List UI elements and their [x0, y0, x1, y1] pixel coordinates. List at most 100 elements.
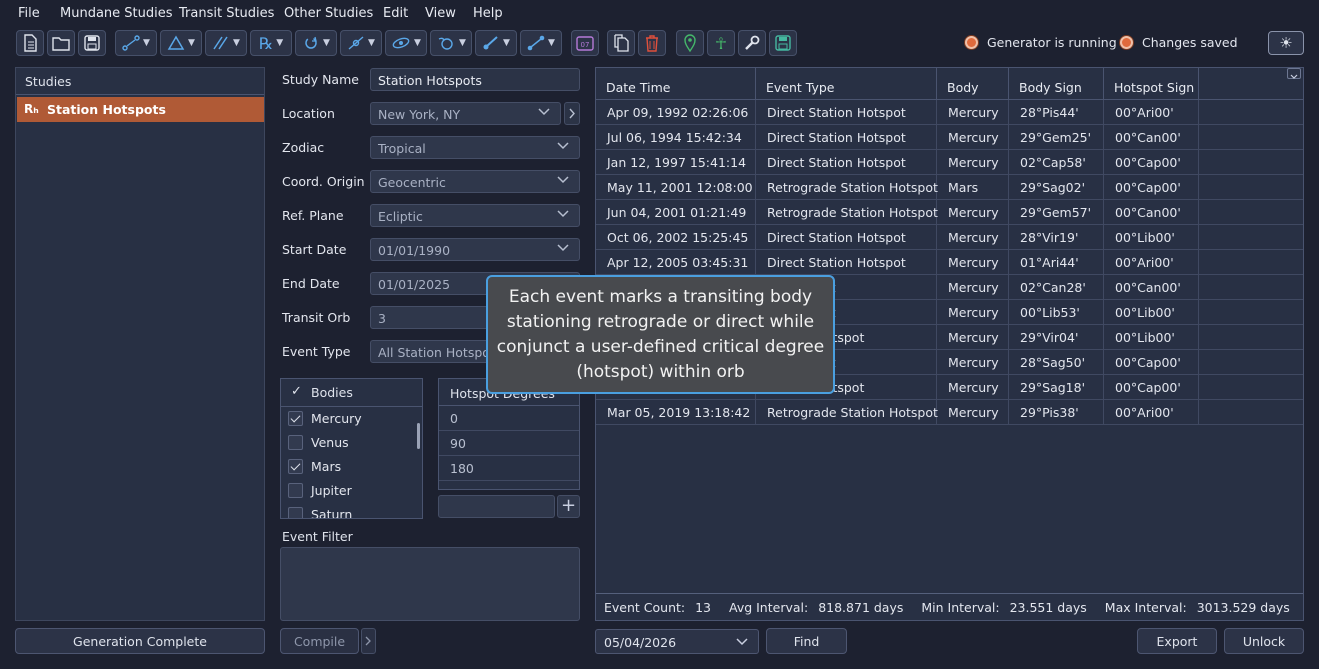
- export-button[interactable]: Export: [1137, 628, 1217, 654]
- table-row[interactable]: Mar 05, 2019 13:18:42 Retrograde Station …: [596, 400, 1303, 425]
- cell-hotspot-sign: 00°Can00': [1104, 125, 1199, 150]
- compile-button[interactable]: Compile: [280, 628, 359, 654]
- min-interval-value: 23.551 days: [1009, 600, 1087, 615]
- table-row[interactable]: Oct 06, 2002 15:25:45 Direct Station Hots…: [596, 225, 1303, 250]
- cell-hotspot-sign: 00°Can00': [1104, 275, 1199, 300]
- checkbox[interactable]: [288, 483, 303, 498]
- retrograde-icon: ℞: [258, 33, 274, 53]
- zodiac-select[interactable]: Tropical: [370, 136, 580, 159]
- unlock-button[interactable]: Unlock: [1224, 628, 1304, 654]
- coord-origin-select[interactable]: Geocentric: [370, 170, 580, 193]
- body-item-jupiter[interactable]: Jupiter: [281, 479, 422, 503]
- midpoints-dropdown-button[interactable]: ▼: [340, 30, 382, 56]
- study-item-station-hotspots[interactable]: Rₕ Station Hotspots: [17, 97, 264, 122]
- cell-event-type: Retrograde Station Hotspot: [756, 175, 938, 200]
- menu-help[interactable]: Help: [473, 6, 503, 21]
- export-save-button[interactable]: [769, 30, 797, 56]
- column-chooser-button[interactable]: [1287, 68, 1301, 79]
- max-interval-label: Max Interval:: [1104, 600, 1187, 615]
- ref-plane-select[interactable]: Ecliptic: [370, 204, 580, 227]
- body-item-mercury[interactable]: Mercury: [281, 407, 422, 431]
- calendar-icon: 07: [576, 36, 594, 51]
- open-folder-button[interactable]: [47, 30, 75, 56]
- generation-complete-button[interactable]: Generation Complete: [15, 628, 265, 654]
- parallels-dropdown-button[interactable]: ▼: [205, 30, 247, 56]
- ankh-button[interactable]: ☥: [707, 30, 735, 56]
- aspects-dropdown-button[interactable]: ▼: [115, 30, 157, 56]
- cell-date-time: Jul 06, 1994 15:42:34: [596, 125, 756, 150]
- retrograde-dropdown-button[interactable]: ℞ ▼: [250, 30, 292, 56]
- save-button[interactable]: [78, 30, 106, 56]
- hotspot-item[interactable]: 180: [439, 456, 579, 481]
- chevron-down-icon: ▼: [323, 38, 330, 48]
- lunations-dropdown-button[interactable]: ▼: [430, 30, 472, 56]
- event-type-tooltip: Each event marks a transiting body stati…: [486, 275, 835, 394]
- cell-body-sign: 00°Lib53': [1009, 300, 1104, 325]
- theme-toggle-button[interactable]: ☀: [1268, 31, 1304, 55]
- table-row[interactable]: Jan 12, 1997 15:41:14 Direct Station Hots…: [596, 150, 1303, 175]
- table-row[interactable]: Jun 04, 2001 01:21:49 Retrograde Station …: [596, 200, 1303, 225]
- cell-body-sign: 02°Can28': [1009, 275, 1104, 300]
- cell-filler: [1199, 225, 1303, 250]
- column-header-body[interactable]: Body: [937, 68, 1009, 100]
- cell-body: Mercury: [937, 400, 1009, 425]
- checkbox[interactable]: [288, 507, 303, 518]
- declination-dropdown-button[interactable]: ▼: [520, 30, 562, 56]
- hotspot-item[interactable]: 90: [439, 431, 579, 456]
- table-row[interactable]: Apr 12, 2005 03:45:31 Direct Station Hots…: [596, 250, 1303, 275]
- menu-view[interactable]: View: [425, 6, 456, 21]
- location-expand-button[interactable]: [564, 102, 580, 125]
- checkbox-checked[interactable]: [288, 459, 303, 474]
- find-button[interactable]: Find: [766, 628, 847, 654]
- column-header-event-type[interactable]: Event Type: [756, 68, 937, 100]
- body-label: Mercury: [311, 411, 362, 426]
- menu-other-studies[interactable]: Other Studies: [284, 6, 373, 21]
- column-header-body-sign[interactable]: Body Sign: [1009, 68, 1104, 100]
- hotspot-item[interactable]: 270: [439, 481, 579, 489]
- hotspot-item[interactable]: 0: [439, 406, 579, 431]
- calendar-button[interactable]: 07: [571, 30, 599, 56]
- location-button[interactable]: [676, 30, 704, 56]
- avg-interval-label: Avg Interval:: [729, 600, 809, 615]
- location-select[interactable]: New York, NY: [370, 102, 561, 125]
- start-date-picker[interactable]: 01/01/1990: [370, 238, 580, 261]
- table-row[interactable]: Jul 06, 1994 15:42:34 Direct Station Hots…: [596, 125, 1303, 150]
- compile-options-button[interactable]: [361, 628, 376, 654]
- column-header-hotspot-sign[interactable]: Hotspot Sign: [1104, 68, 1199, 100]
- patterns-dropdown-button[interactable]: ▼: [160, 30, 202, 56]
- cell-hotspot-sign: 00°Ari00': [1104, 100, 1199, 125]
- body-item-saturn[interactable]: Saturn: [281, 503, 422, 518]
- table-row[interactable]: Apr 09, 1992 02:26:06 Direct Station Hots…: [596, 100, 1303, 125]
- svg-text:07: 07: [581, 41, 590, 49]
- table-row[interactable]: May 11, 2001 12:08:00 Retrograde Station …: [596, 175, 1303, 200]
- add-hotspot-button[interactable]: +: [557, 495, 580, 518]
- settings-button[interactable]: [738, 30, 766, 56]
- location-value: New York, NY: [378, 107, 461, 122]
- delete-button[interactable]: [638, 30, 666, 56]
- end-date-label: End Date: [282, 276, 340, 291]
- bodies-header[interactable]: ✓ Bodies: [281, 379, 422, 407]
- event-filter-input[interactable]: [280, 547, 580, 621]
- date-picker[interactable]: 05/04/2026: [595, 629, 759, 654]
- new-file-button[interactable]: [16, 30, 44, 56]
- study-name-input[interactable]: Station Hotspots: [370, 68, 580, 91]
- column-header-date-time[interactable]: Date Time: [596, 68, 756, 100]
- eclipses-dropdown-button[interactable]: ▼: [385, 30, 427, 56]
- menu-transit-studies[interactable]: Transit Studies: [179, 6, 274, 21]
- chevron-down-icon: [736, 638, 748, 646]
- copy-button[interactable]: [607, 30, 635, 56]
- checkbox-checked[interactable]: [288, 411, 303, 426]
- hotspot-degree-input[interactable]: [438, 495, 555, 518]
- cell-body: Mercury: [937, 300, 1009, 325]
- menu-edit[interactable]: Edit: [383, 6, 408, 21]
- cycles-dropdown-button[interactable]: ▼: [295, 30, 337, 56]
- body-item-mars[interactable]: Mars: [281, 455, 422, 479]
- menu-mundane-studies[interactable]: Mundane Studies: [60, 6, 173, 21]
- body-item-venus[interactable]: Venus: [281, 431, 422, 455]
- ingress-dropdown-button[interactable]: ▼: [475, 30, 517, 56]
- menu-file[interactable]: File: [18, 6, 40, 21]
- moon-phase-icon: [438, 37, 453, 50]
- chevron-down-icon: [557, 244, 569, 252]
- bodies-scrollbar[interactable]: [417, 423, 420, 449]
- checkbox[interactable]: [288, 435, 303, 450]
